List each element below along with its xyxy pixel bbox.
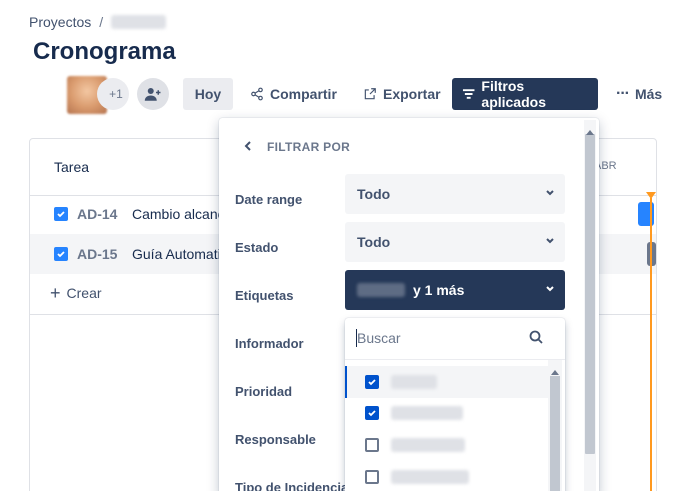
- search-icon: [529, 330, 543, 349]
- add-people-button[interactable]: [137, 78, 169, 110]
- option-label: [391, 470, 469, 484]
- option-label: [391, 438, 465, 452]
- estado-value: Todo: [357, 234, 391, 250]
- etiquetas-value-suffix: y 1 más: [413, 282, 465, 298]
- filter-icon: [462, 89, 475, 99]
- list-item[interactable]: [345, 461, 548, 491]
- chevron-down-icon: [546, 190, 554, 196]
- task-column-header: Tarea: [54, 159, 90, 175]
- scroll-up-icon[interactable]: [551, 362, 559, 380]
- export-button-label: Exportar: [383, 86, 441, 102]
- issue-summary[interactable]: Guía Automati: [132, 246, 221, 262]
- more-button-label: Más: [634, 86, 663, 102]
- estado-select[interactable]: Todo: [345, 222, 565, 262]
- breadcrumb-separator: /: [99, 14, 104, 30]
- informador-label[interactable]: Informador: [235, 336, 304, 351]
- more-button[interactable]: ··· Más: [606, 78, 672, 110]
- chevron-left-icon: [244, 141, 251, 151]
- estado-label: Estado: [235, 240, 279, 255]
- list-item[interactable]: [345, 429, 548, 461]
- chevron-down-icon: [546, 286, 554, 292]
- today-marker-icon: [646, 192, 656, 199]
- breadcrumb-projects-link[interactable]: Proyectos: [29, 14, 91, 30]
- list-item[interactable]: [345, 397, 548, 429]
- more-dots-icon: ···: [616, 85, 630, 102]
- issue-summary[interactable]: Cambio alcanc: [132, 206, 225, 222]
- breadcrumb-project-link[interactable]: [111, 15, 167, 29]
- filters-button-label: Filtros aplicados: [481, 78, 546, 110]
- breadcrumb: Proyectos /: [29, 14, 167, 30]
- issue-key[interactable]: AD-14: [77, 206, 123, 222]
- dropdown-divider: [345, 359, 565, 360]
- share-button[interactable]: Compartir: [240, 78, 347, 110]
- checkbox-unchecked-icon[interactable]: [365, 470, 379, 484]
- option-label: [391, 406, 463, 420]
- checkbox-unchecked-icon[interactable]: [365, 438, 379, 452]
- export-icon: [364, 88, 376, 100]
- date-range-label: Date range: [235, 192, 303, 207]
- dropdown-scroll-thumb[interactable]: [550, 376, 560, 491]
- create-issue-button[interactable]: + Crear: [50, 283, 102, 303]
- tipo-incidencia-label[interactable]: Tipo de Incidencia: [235, 480, 348, 491]
- date-range-value: Todo: [357, 186, 391, 202]
- etiquetas-selected-value: [357, 283, 405, 297]
- checkbox-checked-icon[interactable]: [365, 406, 379, 420]
- today-line: [650, 198, 652, 491]
- chevron-down-icon: [546, 238, 554, 244]
- scroll-up-icon[interactable]: [586, 122, 594, 140]
- filters-applied-button[interactable]: Filtros aplicados: [452, 78, 598, 110]
- labels-search-input[interactable]: [357, 330, 517, 346]
- option-label: [391, 375, 437, 389]
- responsable-label[interactable]: Responsable: [235, 432, 316, 447]
- avatar-overflow-button[interactable]: +1: [97, 78, 129, 110]
- today-button[interactable]: Hoy: [183, 78, 233, 110]
- export-button[interactable]: Exportar: [353, 78, 451, 110]
- share-button-label: Compartir: [270, 86, 337, 102]
- text-caret: [356, 329, 357, 347]
- list-item[interactable]: [345, 366, 548, 398]
- etiquetas-label: Etiquetas: [235, 288, 294, 303]
- etiquetas-select[interactable]: y 1 más: [345, 270, 565, 310]
- task-type-checkbox-icon: [54, 247, 68, 261]
- create-label: Crear: [66, 285, 102, 301]
- checkbox-checked-icon[interactable]: [365, 375, 379, 389]
- share-icon: [251, 87, 263, 101]
- issue-key[interactable]: AD-15: [77, 246, 123, 262]
- page-title: Cronograma: [33, 38, 176, 65]
- add-person-icon: [144, 88, 161, 101]
- filter-panel-scroll-thumb[interactable]: [585, 134, 595, 454]
- back-button[interactable]: [240, 138, 256, 154]
- plus-icon: +: [50, 283, 61, 303]
- filter-panel-title: FILTRAR POR: [267, 140, 351, 154]
- task-type-checkbox-icon: [54, 207, 68, 221]
- prioridad-label[interactable]: Prioridad: [235, 384, 292, 399]
- date-range-select[interactable]: Todo: [345, 174, 565, 214]
